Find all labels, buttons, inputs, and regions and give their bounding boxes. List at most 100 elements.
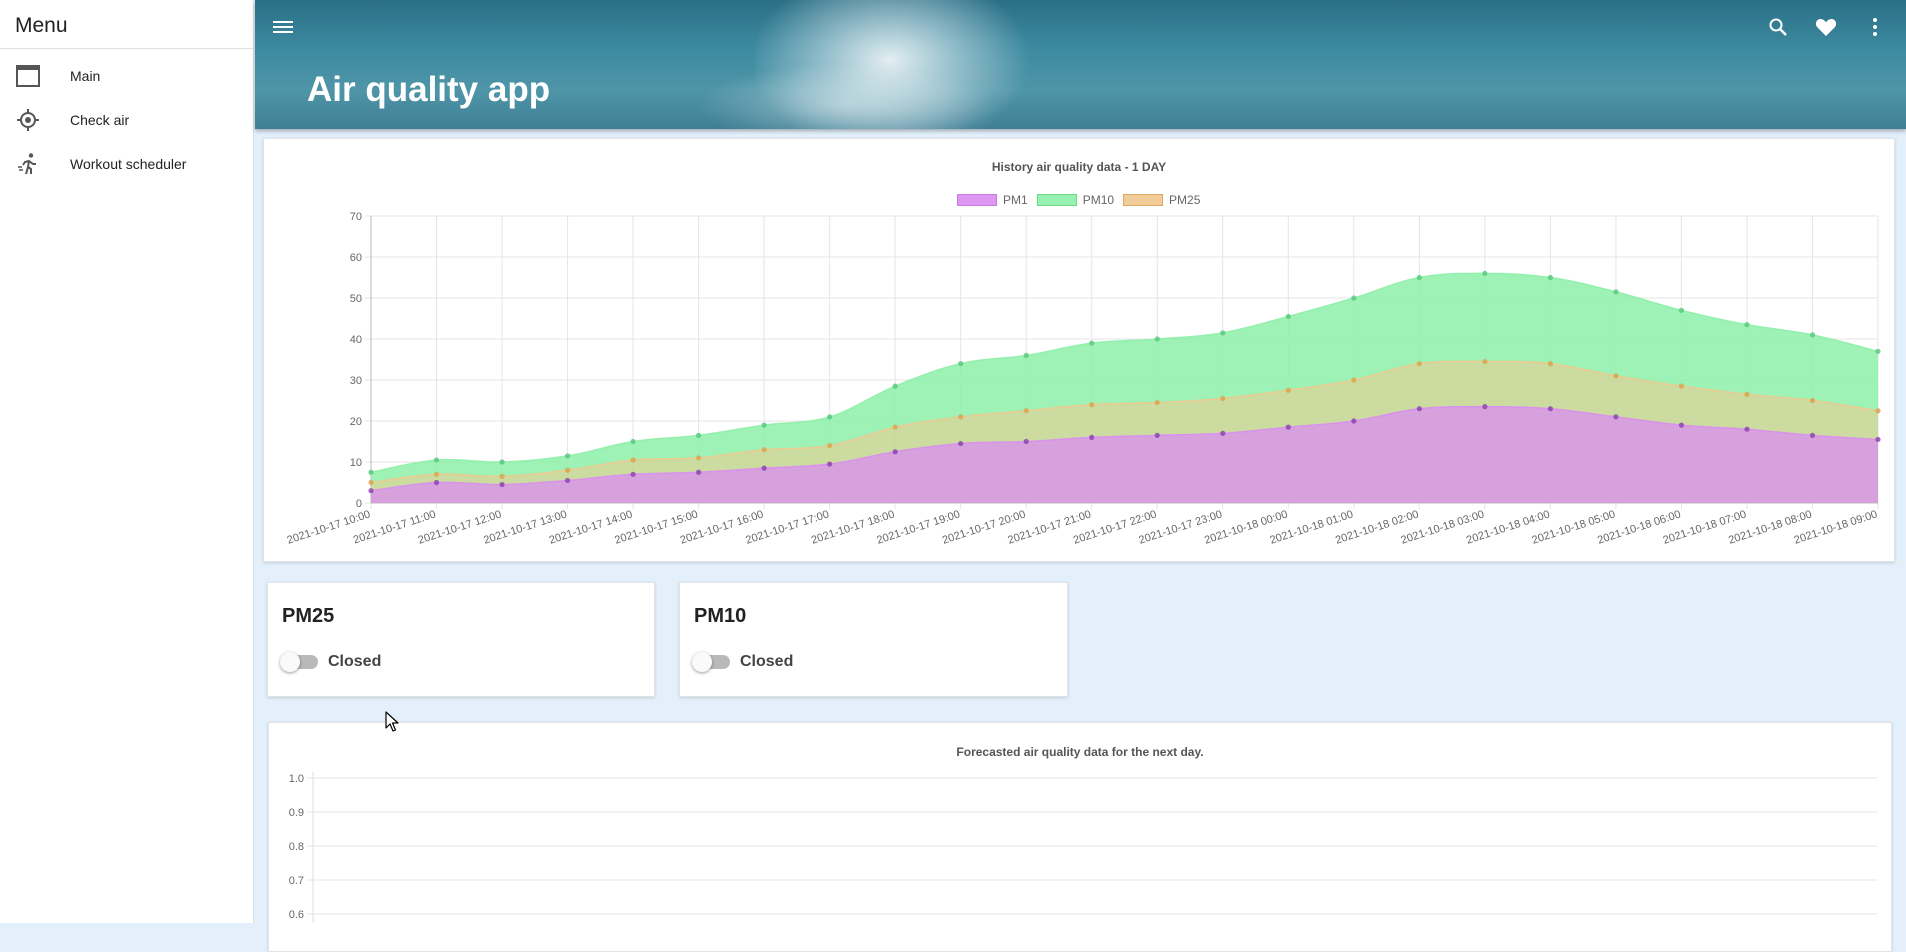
data-point-pm25 <box>630 457 636 463</box>
y-tick-label: 40 <box>350 334 362 346</box>
data-point-pm25 <box>1678 383 1685 389</box>
data-point-pm25 <box>958 414 964 420</box>
data-point-pm1 <box>892 449 898 455</box>
forecast-chart: 1.0 0.9 0.8 0.7 0.6 <box>289 772 1877 923</box>
more-options-button[interactable] <box>1862 16 1888 42</box>
y-tick-label: 20 <box>350 416 362 428</box>
y-tick-label: 60 <box>350 252 362 264</box>
y-tick-label: 0.7 <box>289 875 304 887</box>
data-point-pm1 <box>1613 414 1619 420</box>
sidebar-item-label: Main <box>70 68 101 84</box>
sidebar-item-workout-scheduler[interactable]: Workout scheduler <box>0 142 253 186</box>
data-point-pm10 <box>1678 307 1685 313</box>
search-button[interactable] <box>1765 16 1791 42</box>
pm10-toggle[interactable]: Closed <box>692 652 793 672</box>
heart-icon <box>1815 17 1837 42</box>
data-point-pm25 <box>1416 361 1422 367</box>
pm25-toggle[interactable]: Closed <box>280 652 381 672</box>
data-point-pm1 <box>368 488 374 494</box>
menu-icon <box>273 19 293 40</box>
data-point-pm10 <box>368 469 374 475</box>
y-tick-label: 70 <box>350 211 362 223</box>
sidebar-item-main[interactable]: Main <box>0 54 253 98</box>
data-point-pm25 <box>499 473 505 479</box>
history-chart: 0102030405060702021-10-17 10:002021-10-1… <box>286 211 1881 547</box>
data-point-pm1 <box>1416 406 1422 412</box>
data-point-pm1 <box>958 440 964 447</box>
data-point-pm1 <box>1678 422 1685 428</box>
data-point-pm10 <box>1220 330 1226 336</box>
menu-button[interactable] <box>270 16 296 42</box>
data-point-pm1 <box>1744 426 1750 432</box>
data-point-pm10 <box>499 459 505 465</box>
data-point-pm10 <box>630 438 636 445</box>
data-point-pm10 <box>1351 295 1357 301</box>
data-point-pm25 <box>1809 397 1816 404</box>
y-tick-label: 0.6 <box>289 909 304 921</box>
data-point-pm1 <box>1351 418 1357 424</box>
data-point-pm10 <box>761 422 767 428</box>
control-title: PM25 <box>282 605 335 627</box>
data-point-pm25 <box>1744 391 1750 397</box>
y-tick-label: 0.9 <box>289 807 304 819</box>
data-point-pm25 <box>1613 373 1619 379</box>
toggle-knob <box>280 652 300 672</box>
y-tick-label: 0.8 <box>289 841 304 853</box>
favorite-button[interactable] <box>1813 16 1839 42</box>
data-point-pm25 <box>433 471 440 477</box>
data-point-pm1 <box>433 479 440 486</box>
sidebar-title: Menu <box>0 0 253 49</box>
data-point-pm10 <box>958 361 964 367</box>
toggle-knob <box>692 652 712 672</box>
sidebar: Menu Main Check air Workout scheduler <box>0 0 254 923</box>
page-title: Air quality app <box>307 70 551 109</box>
y-tick-label: 50 <box>350 293 362 305</box>
data-point-pm25 <box>564 467 571 473</box>
data-point-pm10 <box>827 414 833 420</box>
mouse-cursor-icon <box>385 711 399 732</box>
data-point-pm1 <box>1089 434 1095 440</box>
data-point-pm10 <box>564 453 571 459</box>
data-point-pm10 <box>1089 340 1095 346</box>
data-point-pm25 <box>368 479 374 486</box>
pm25-control-card: PM25 Closed <box>267 582 655 697</box>
data-point-pm1 <box>564 477 571 484</box>
search-icon <box>1768 17 1788 42</box>
crosshair-icon <box>14 107 41 134</box>
sidebar-item-label: Check air <box>70 112 130 128</box>
data-point-pm25 <box>892 424 898 430</box>
data-point-pm25 <box>1023 408 1029 414</box>
data-point-pm10 <box>1809 332 1816 338</box>
data-point-pm10 <box>1875 348 1881 354</box>
data-point-pm1 <box>1482 404 1488 410</box>
sidebar-item-label: Workout scheduler <box>70 156 187 172</box>
y-tick-label: 1.0 <box>289 773 304 785</box>
data-point-pm1 <box>1154 432 1160 438</box>
header-background-foam <box>685 60 1005 129</box>
data-point-pm1 <box>827 461 833 467</box>
history-chart-card: History air quality data - 1 DAY PM1 PM1… <box>263 138 1895 562</box>
data-point-pm25 <box>1875 408 1881 414</box>
y-tick-label: 30 <box>350 375 362 387</box>
data-point-pm10 <box>1154 336 1160 342</box>
data-point-pm1 <box>630 471 636 477</box>
toggle-track <box>280 652 318 672</box>
data-point-pm25 <box>696 455 702 461</box>
data-point-pm10 <box>696 432 702 438</box>
y-tick-label: 0 <box>356 498 362 510</box>
data-point-pm25 <box>1482 358 1488 365</box>
running-icon <box>14 151 41 178</box>
data-point-pm10 <box>1285 313 1291 320</box>
data-point-pm25 <box>761 447 767 453</box>
more-vert-icon <box>1872 17 1878 42</box>
control-title: PM10 <box>694 605 747 627</box>
data-point-pm1 <box>1285 424 1291 430</box>
data-point-pm1 <box>1220 430 1226 436</box>
y-tick-label: 10 <box>350 457 362 469</box>
data-point-pm25 <box>1285 387 1291 393</box>
data-point-pm1 <box>499 481 505 488</box>
data-point-pm10 <box>1416 274 1422 281</box>
window-icon <box>14 63 41 90</box>
sidebar-item-check-air[interactable]: Check air <box>0 98 253 142</box>
toggle-track <box>692 652 730 672</box>
